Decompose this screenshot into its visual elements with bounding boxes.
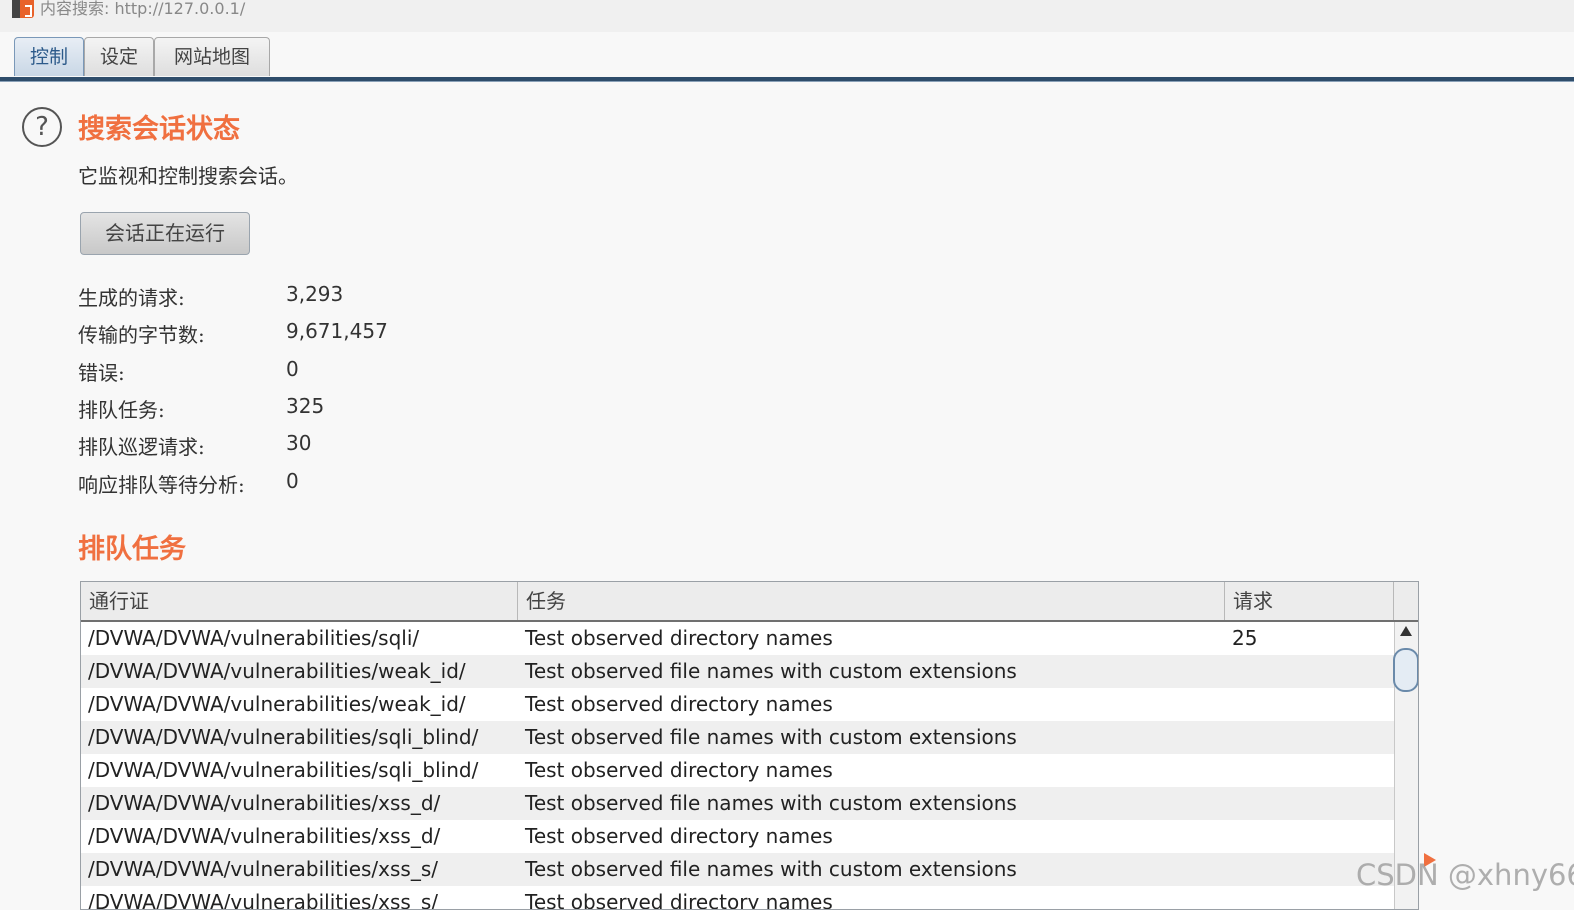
watermark: CSDN @xhny66 bbox=[1356, 858, 1574, 892]
cell-task: Test observed directory names bbox=[525, 692, 833, 716]
stat-label: 错误: bbox=[78, 361, 125, 385]
cell-task: Test observed file names with custom ext… bbox=[525, 659, 1017, 683]
cell-requests bbox=[1225, 820, 1394, 853]
queued-tasks-table: 通行证 任务 请求 /DVWA/DVWA/vulnerabilities/sql… bbox=[80, 581, 1419, 910]
cell-requests bbox=[1225, 721, 1394, 754]
stat-label: 响应排队等待分析: bbox=[78, 473, 245, 497]
stat-value: 325 bbox=[286, 394, 325, 418]
stat-label: 生成的请求: bbox=[78, 286, 185, 310]
cell-pass: /DVWA/DVWA/vulnerabilities/sqli/ bbox=[88, 626, 420, 650]
table-row[interactable]: /DVWA/DVWA/vulnerabilities/sqli/Test obs… bbox=[81, 622, 1394, 655]
cell-pass: /DVWA/DVWA/vulnerabilities/xss_d/ bbox=[88, 824, 441, 848]
cell-pass: /DVWA/DVWA/vulnerabilities/weak_id/ bbox=[88, 692, 466, 716]
cell-task: Test observed directory names bbox=[525, 890, 833, 910]
tab-bar: 控制 设定 网站地图 bbox=[0, 36, 1574, 78]
title-bar: 内容搜索: http://127.0.0.1/ bbox=[0, 0, 1574, 32]
session-status-description: 它监视和控制搜索会话。 bbox=[78, 164, 298, 188]
cell-requests bbox=[1225, 688, 1394, 721]
scroll-up-arrow-icon[interactable] bbox=[1400, 626, 1412, 636]
help-icon[interactable]: ? bbox=[22, 107, 62, 147]
cell-requests bbox=[1225, 754, 1394, 787]
table-row[interactable]: /DVWA/DVWA/vulnerabilities/xss_s/Test ob… bbox=[81, 886, 1394, 910]
table-row[interactable]: /DVWA/DVWA/vulnerabilities/xss_d/Test ob… bbox=[81, 820, 1394, 853]
cell-task: Test observed directory names bbox=[525, 626, 833, 650]
scroll-thumb[interactable] bbox=[1393, 648, 1418, 692]
cell-task: Test observed file names with custom ext… bbox=[525, 725, 1017, 749]
cell-task: Test observed file names with custom ext… bbox=[525, 791, 1017, 815]
stat-value: 30 bbox=[286, 431, 312, 455]
cell-task: Test observed directory names bbox=[525, 824, 833, 848]
stat-label: 传输的字节数: bbox=[78, 323, 205, 347]
burp-app-icon bbox=[12, 0, 34, 18]
window-title: 内容搜索: http://127.0.0.1/ bbox=[40, 0, 246, 18]
stat-value: 0 bbox=[286, 357, 299, 381]
cell-requests bbox=[1225, 655, 1394, 688]
tab-site-map[interactable]: 网站地图 bbox=[154, 37, 270, 76]
table-row[interactable]: /DVWA/DVWA/vulnerabilities/weak_id/Test … bbox=[81, 655, 1394, 688]
session-running-button[interactable]: 会话正在运行 bbox=[80, 212, 250, 255]
tab-settings[interactable]: 设定 bbox=[84, 37, 154, 76]
cell-requests bbox=[1225, 787, 1394, 820]
table-row[interactable]: /DVWA/DVWA/vulnerabilities/xss_s/Test ob… bbox=[81, 853, 1394, 886]
table-row[interactable]: /DVWA/DVWA/vulnerabilities/weak_id/Test … bbox=[81, 688, 1394, 721]
cell-task: Test observed directory names bbox=[525, 758, 833, 782]
column-header-task[interactable]: 任务 bbox=[518, 582, 1225, 620]
cell-pass: /DVWA/DVWA/vulnerabilities/xss_s/ bbox=[88, 857, 438, 881]
table-row[interactable]: /DVWA/DVWA/vulnerabilities/sqli_blind/Te… bbox=[81, 754, 1394, 787]
tab-control[interactable]: 控制 bbox=[14, 37, 84, 76]
column-header-pass[interactable]: 通行证 bbox=[81, 582, 518, 620]
stat-value: 0 bbox=[286, 469, 299, 493]
stat-label: 排队巡逻请求: bbox=[78, 435, 205, 459]
cell-task: Test observed file names with custom ext… bbox=[525, 857, 1017, 881]
queued-tasks-title: 排队任务 bbox=[78, 534, 186, 565]
stat-label: 排队任务: bbox=[78, 398, 165, 422]
stat-value: 3,293 bbox=[286, 282, 344, 306]
session-status-title: 搜索会话状态 bbox=[78, 114, 240, 145]
column-header-requests[interactable]: 请求 bbox=[1225, 582, 1394, 620]
cell-pass: /DVWA/DVWA/vulnerabilities/weak_id/ bbox=[88, 659, 466, 683]
cell-pass: /DVWA/DVWA/vulnerabilities/sqli_blind/ bbox=[88, 725, 479, 749]
cell-requests: 25 bbox=[1232, 626, 1258, 650]
table-row[interactable]: /DVWA/DVWA/vulnerabilities/sqli_blind/Te… bbox=[81, 721, 1394, 754]
table-row[interactable]: /DVWA/DVWA/vulnerabilities/xss_d/Test ob… bbox=[81, 787, 1394, 820]
cell-pass: /DVWA/DVWA/vulnerabilities/sqli_blind/ bbox=[88, 758, 479, 782]
cell-pass: /DVWA/DVWA/vulnerabilities/xss_d/ bbox=[88, 791, 441, 815]
cell-pass: /DVWA/DVWA/vulnerabilities/xss_s/ bbox=[88, 890, 438, 910]
tab-underline bbox=[0, 77, 1574, 82]
table-header: 通行证 任务 请求 bbox=[81, 582, 1418, 622]
stat-value: 9,671,457 bbox=[286, 319, 388, 343]
